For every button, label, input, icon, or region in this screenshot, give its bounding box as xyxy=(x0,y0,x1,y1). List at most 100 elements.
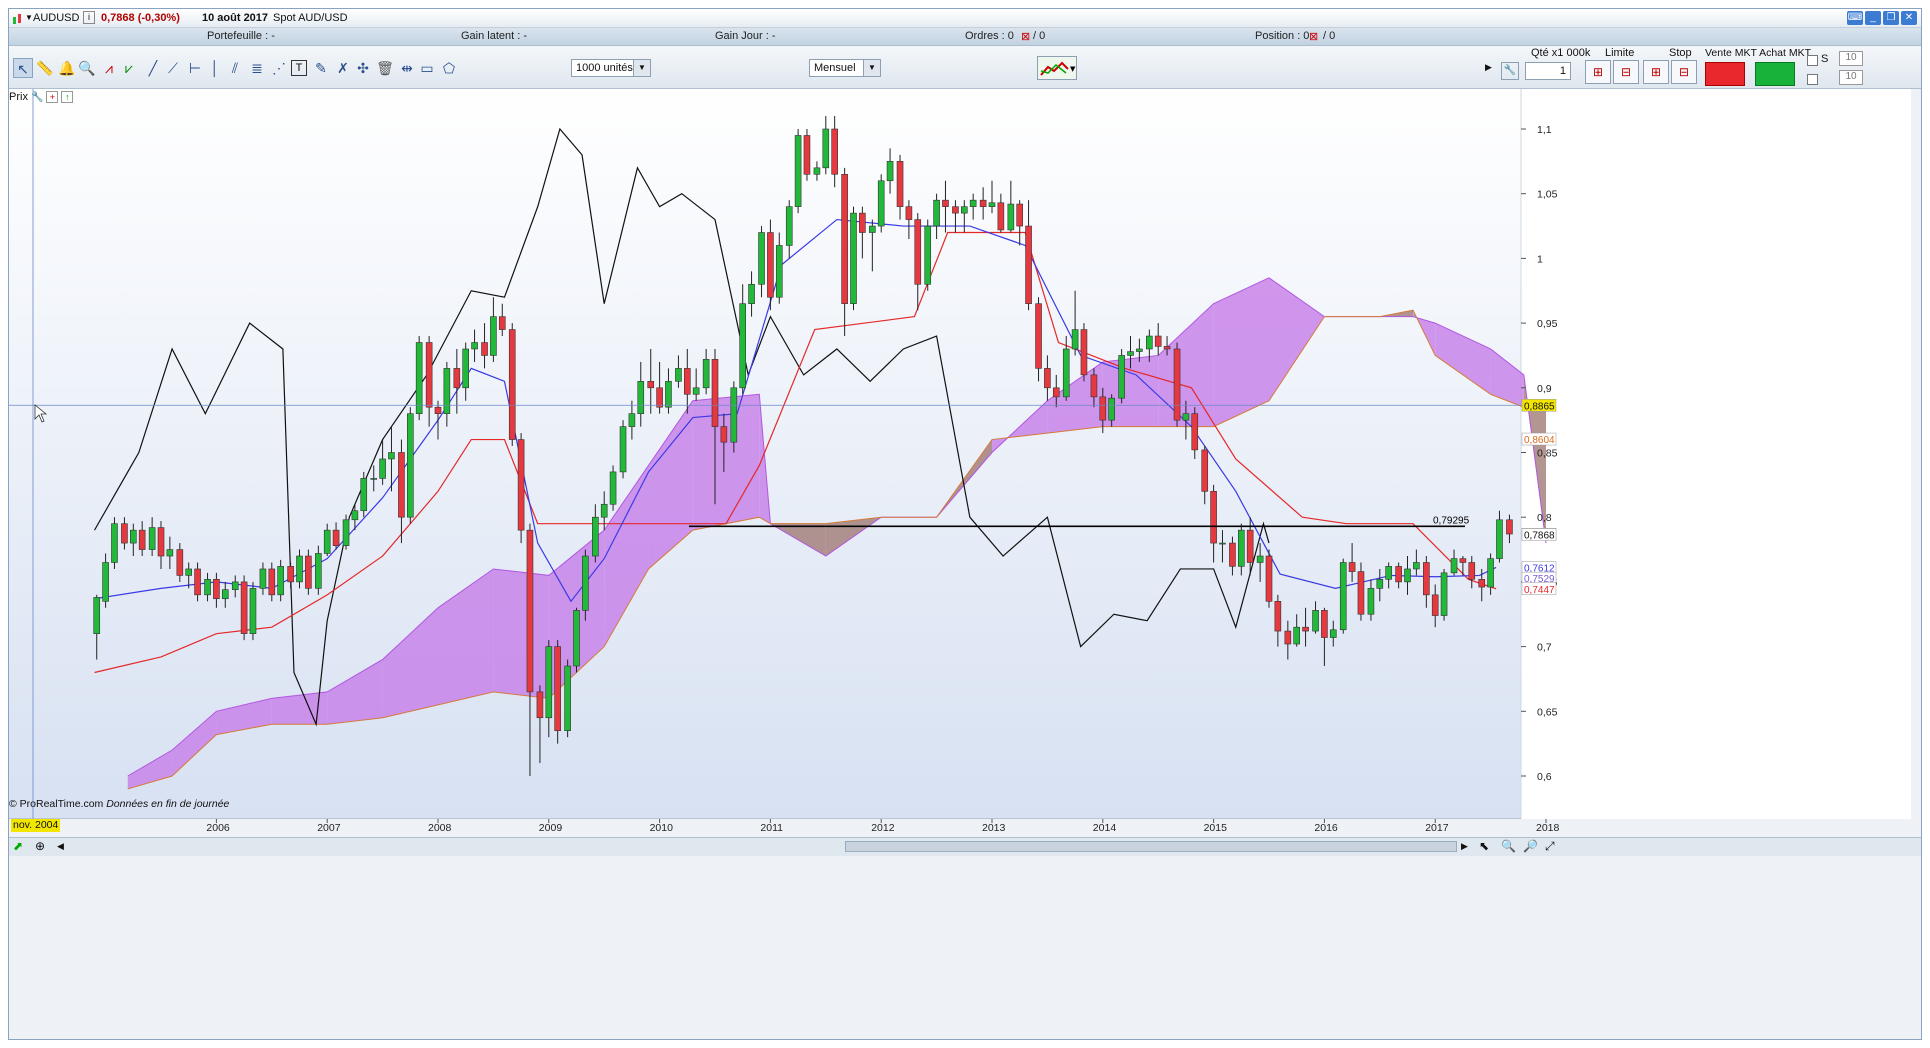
scroll-left-icon[interactable]: ◀ xyxy=(57,841,64,852)
candle-down xyxy=(1154,335,1162,347)
candle-up xyxy=(259,568,267,589)
candle-down xyxy=(434,406,442,414)
chart-link-icon[interactable]: ⬈ xyxy=(13,839,23,853)
zoom-in-icon[interactable]: 🔍 xyxy=(1501,839,1516,853)
extended-line-icon[interactable]: ⟋ xyxy=(163,58,183,78)
chevron-down-icon[interactable]: ▼ xyxy=(863,60,880,76)
candle-down xyxy=(121,523,128,544)
position: Position : 0 xyxy=(1255,30,1310,42)
chart-area[interactable]: 0,79295 0,60,650,70,750,80,850,90,9511,0… xyxy=(9,89,1911,834)
arrows-icon[interactable]: ⇹ xyxy=(397,58,417,78)
pattern-icon[interactable]: ⩘ xyxy=(99,58,119,78)
restore-icon[interactable]: ❐ xyxy=(1883,11,1899,25)
add-indicator-icon[interactable]: + xyxy=(46,91,59,103)
candle-up xyxy=(1496,519,1503,559)
scroll-right-icon[interactable]: ▶ xyxy=(1461,841,1468,852)
cross-icon[interactable]: ✗ xyxy=(333,58,353,78)
polygon-icon[interactable]: ⬠ xyxy=(439,58,459,78)
candle-up xyxy=(665,381,672,408)
instrument-dropdown-icon[interactable]: ▼ xyxy=(25,13,33,22)
info-icon[interactable]: i xyxy=(83,11,95,24)
limit-sell-button[interactable]: ⊟ xyxy=(1613,60,1639,84)
zoom-fit-icon[interactable]: ⊕ xyxy=(35,839,45,853)
close-icon[interactable]: ✕ xyxy=(1901,11,1917,25)
l-checkbox[interactable] xyxy=(1807,74,1818,85)
rectangle-icon[interactable]: ▭ xyxy=(417,58,437,78)
position-close-icon[interactable]: ⊠ xyxy=(1309,30,1318,43)
zoom-out-icon[interactable]: 🔎 xyxy=(1523,839,1538,853)
candle-up xyxy=(1238,529,1245,567)
portefeuille: Portefeuille : - xyxy=(207,30,275,42)
pencil-icon[interactable]: ✎ xyxy=(311,58,331,78)
candle-down xyxy=(1431,594,1439,616)
y-tick-label: 1,1 xyxy=(1537,124,1552,136)
chevron-down-icon[interactable]: ▼ xyxy=(633,60,650,76)
ruler-icon[interactable]: 📏 xyxy=(35,58,55,78)
text-icon[interactable]: T xyxy=(291,60,307,76)
fibonacci-icon[interactable]: ≣ xyxy=(247,58,267,78)
stop-buy-button[interactable]: ⊞ xyxy=(1643,60,1669,84)
candle-down xyxy=(1090,374,1098,398)
fan-icon[interactable]: ⋰ xyxy=(269,58,289,78)
trendline-icon[interactable]: ╱ xyxy=(143,58,163,78)
x-tick-label: 2011 xyxy=(760,822,783,834)
candle-down xyxy=(647,381,655,389)
expand-icon[interactable]: ↑ xyxy=(61,91,74,103)
scrollbar-thumb[interactable] xyxy=(845,841,1457,852)
sell-buy-label: Vente MKT Achat MKT xyxy=(1705,47,1812,59)
wrench-icon[interactable]: 🔧 xyxy=(31,92,43,103)
data-credit: © ProRealTime.com Données en fin de jour… xyxy=(9,798,229,810)
s-checkbox[interactable] xyxy=(1807,55,1818,66)
candle-down xyxy=(711,359,719,427)
chart-link-right-icon[interactable]: ⬉ xyxy=(1479,839,1489,853)
candle-down xyxy=(720,426,728,443)
zoom-icon[interactable]: 🔍 xyxy=(77,58,97,78)
candle-down xyxy=(1080,329,1088,376)
wrench-icon[interactable]: 🔧 xyxy=(1501,62,1519,80)
vertical-line-icon[interactable]: │ xyxy=(205,58,225,78)
candle-down xyxy=(1163,346,1171,350)
stop-sell-button[interactable]: ⊟ xyxy=(1671,60,1697,84)
indicator-menu-button[interactable]: ▼ xyxy=(1037,56,1077,80)
sell-market-button[interactable] xyxy=(1705,62,1745,86)
pointer-icon[interactable]: ↖ xyxy=(13,58,33,78)
fullscreen-icon[interactable]: ⤢ xyxy=(1545,839,1555,854)
x-tick-label: 2009 xyxy=(539,822,563,834)
price-panel-label: Prix xyxy=(9,91,28,103)
collapse-icon[interactable]: ▶ xyxy=(1485,62,1492,73)
candle-down xyxy=(1321,610,1328,638)
candle-down xyxy=(896,161,904,207)
horizontal-line-icon[interactable]: ⊢ xyxy=(185,58,205,78)
qty-input[interactable]: 1 xyxy=(1525,62,1571,80)
buy-market-button[interactable] xyxy=(1755,62,1795,86)
trend-pattern-icon[interactable]: ⩗ xyxy=(119,58,139,78)
candle-down xyxy=(508,329,516,440)
candle-down xyxy=(398,452,405,518)
candle-down xyxy=(536,691,544,719)
channel-icon[interactable]: ⫽ xyxy=(225,58,245,78)
candle-up xyxy=(692,387,700,395)
minimize-icon[interactable]: _ xyxy=(1865,11,1881,25)
instrument-name[interactable]: AUDUSD xyxy=(33,12,79,24)
y-tick-label: 1,05 xyxy=(1537,189,1558,201)
candle-down xyxy=(453,368,461,389)
quantity-select[interactable]: 1000 unités ▼ xyxy=(571,59,651,77)
candle-down xyxy=(997,202,1005,231)
limit-buy-button[interactable]: ⊞ xyxy=(1585,60,1611,84)
candle-up xyxy=(609,471,617,505)
period-select[interactable]: Mensuel ▼ xyxy=(809,59,881,77)
keyboard-icon[interactable]: ⌨ xyxy=(1847,11,1863,25)
credit-text: © ProRealTime.com xyxy=(9,798,104,810)
gann-icon[interactable]: ✣ xyxy=(353,58,373,78)
alert-bell-icon[interactable]: 🔔 xyxy=(57,58,77,78)
price-chart[interactable]: 0,79295 0,60,650,70,750,80,850,90,9511,0… xyxy=(9,89,1911,834)
stop-label: Stop xyxy=(1669,47,1692,59)
candle-up xyxy=(573,610,580,667)
trash-icon[interactable]: 🗑 xyxy=(375,58,395,78)
l-value-input[interactable]: 10 xyxy=(1839,70,1863,85)
ordres-close-icon[interactable]: ⊠ xyxy=(1021,30,1030,43)
y-tick-label: 1 xyxy=(1537,253,1543,265)
horizontal-level-label: 0,79295 xyxy=(1433,515,1470,526)
s-value-input[interactable]: 10 xyxy=(1839,51,1863,66)
y-tick-label: 0,8 xyxy=(1537,512,1552,524)
